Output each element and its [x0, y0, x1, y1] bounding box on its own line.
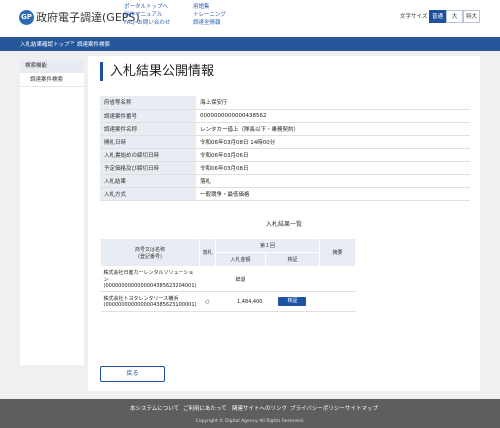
bidder-name: 株式会社トヨタレンタリース横浜 — [103, 296, 179, 302]
sidebar: 検索機能 調達案件検索 — [20, 60, 84, 365]
amount-cell: 辞退 — [215, 266, 266, 292]
info-table: 府省等名称 海上保安庁 調達案件番号 0000000000000438562 調達案… — [100, 96, 470, 201]
info-row: 調達案件名称 レンタカー借上（隊長以下・乗務契約） — [100, 122, 470, 136]
font-size-xlarge-button[interactable]: 特大 — [463, 10, 480, 23]
footer-usage-link[interactable]: ご利用にあたって — [183, 404, 227, 412]
info-label: 調達案件番号 — [100, 109, 196, 123]
info-row: 入札結果 落札 — [100, 174, 470, 188]
header-verify: 検証 — [264, 252, 321, 267]
info-label: 調達案件名称 — [100, 122, 196, 136]
header-winner: 落札 — [198, 238, 216, 267]
info-row: 予定価格及び締切日時 令和06年03月08日 — [100, 161, 470, 175]
verify-button[interactable]: 検証 — [278, 297, 307, 306]
info-row: 府省等名称 海上保安庁 — [100, 96, 470, 110]
note-cell — [319, 266, 356, 292]
training-link[interactable]: トレーニング — [193, 11, 226, 19]
header-round: 第１回 — [214, 238, 321, 253]
breadcrumb-bid-result-top[interactable]: 入札結果確認トップ — [20, 40, 70, 48]
sidebar-item-case-search[interactable]: 調達案件検索 — [20, 73, 84, 87]
footer-related-sites-link[interactable]: 関連サイトへのリンク — [232, 404, 287, 412]
info-value: 令和06年03月06日 — [196, 148, 470, 162]
header-note: 摘要 — [319, 238, 356, 267]
info-value: 海上保安庁 — [196, 96, 470, 110]
copyright: Copyright © Digital Agency All Rights Re… — [195, 419, 305, 424]
note-cell — [319, 291, 356, 312]
geps-logo-icon: GP — [19, 10, 34, 25]
info-label: 府省等名称 — [100, 96, 196, 110]
font-size-label: 文字サイズ — [400, 14, 428, 20]
results-title: 入札結果一覧 — [265, 221, 302, 228]
manual-link[interactable]: 操作マニュアル — [124, 11, 170, 19]
bidder-code: (0000000000000004385623100001) — [103, 302, 197, 308]
info-label: 入札結果 — [100, 174, 196, 188]
footer-about-link[interactable]: 本システムについて — [130, 404, 179, 412]
procurement-info-link[interactable]: 調達全情報 — [193, 19, 226, 27]
breadcrumb: 入札結果確認トップ > 調達案件検索 — [0, 37, 500, 51]
verify-cell: 検証 — [265, 291, 320, 312]
info-row: 入札方式 一般競争・最低価格 — [100, 187, 470, 201]
table-row: 株式会社トヨタレンタリース横浜 (00000000000000043856231… — [100, 291, 356, 312]
font-size-normal-button[interactable]: 普通 — [429, 10, 446, 23]
amount-cell: 1,484,400 — [215, 291, 266, 312]
info-value: 0000000000000438562 — [196, 109, 470, 123]
info-label: 入札方式 — [100, 187, 196, 201]
back-button[interactable]: 戻る — [100, 366, 165, 382]
header-amount: 入札金額 — [214, 252, 266, 267]
page-title: 入札結果公開情報 — [100, 62, 214, 81]
verify-cell — [265, 266, 320, 292]
header-links-right: 用語集 トレーニング 調達全情報 — [193, 3, 226, 27]
info-row: 開札日時 令和06年03月08日 14時00分 — [100, 135, 470, 149]
faq-link[interactable]: FAQ･お問い合わせ — [124, 19, 170, 27]
info-label: 予定価格及び締切日時 — [100, 161, 196, 175]
info-row: 調達案件番号 0000000000000438562 — [100, 109, 470, 123]
glossary-link[interactable]: 用語集 — [193, 3, 226, 11]
info-value: 一般競争・最低価格 — [196, 187, 470, 201]
info-value: 令和06年03月08日 14時00分 — [196, 135, 470, 149]
breadcrumb-case-search[interactable]: 調達案件検索 — [77, 40, 110, 48]
bidder-cell: 株式会社日産カーレンタルソリューション (0000000000000004385… — [100, 266, 200, 292]
header-links-left: ポータルトップへ 操作マニュアル FAQ･お問い合わせ — [124, 3, 170, 27]
font-size-large-button[interactable]: 大 — [446, 10, 463, 23]
header-bidder: 商号又は名称 (登記番号) — [100, 238, 200, 267]
results-table: 商号又は名称 (登記番号) 落札 第１回 摘要 入札金額 検証 株式会社日産カー… — [100, 238, 356, 312]
info-label: 入札書始めの締切日時 — [100, 148, 196, 162]
info-label: 開札日時 — [100, 135, 196, 149]
bidder-name: 株式会社日産カーレンタルソリューション — [103, 270, 194, 283]
bidder-cell: 株式会社トヨタレンタリース横浜 (00000000000000043856231… — [100, 291, 200, 312]
info-value: レンタカー借上（隊長以下・乗務契約） — [196, 122, 470, 136]
portal-top-link[interactable]: ポータルトップへ — [124, 3, 170, 11]
winner-mark: ○ — [199, 291, 216, 312]
breadcrumb-separator-icon: > — [70, 40, 75, 46]
sidebar-heading: 検索機能 — [20, 60, 84, 73]
footer-privacy-link[interactable]: プライバシーポリシー — [290, 404, 345, 412]
table-row: 株式会社日産カーレンタルソリューション (0000000000000004385… — [100, 266, 356, 292]
bidder-code: (0000000000000004385623204001) — [103, 283, 197, 289]
site-footer: 本システムについて ご利用にあたって 関連サイトへのリンク プライバシーポリシー… — [0, 399, 500, 428]
winner-cell — [199, 266, 216, 292]
footer-sitemap-link[interactable]: サイトマップ — [345, 404, 378, 412]
info-value: 落札 — [196, 174, 470, 188]
site-header: GP 政府電子調達(GEPS) ポータルトップへ 操作マニュアル FAQ･お問い… — [0, 0, 500, 37]
main-content: 入札結果公開情報 府省等名称 海上保安庁 調達案件番号 00000000000004… — [88, 56, 480, 391]
info-value: 令和06年03月08日 — [196, 161, 470, 175]
info-row: 入札書始めの締切日時 令和06年03月06日 — [100, 148, 470, 162]
